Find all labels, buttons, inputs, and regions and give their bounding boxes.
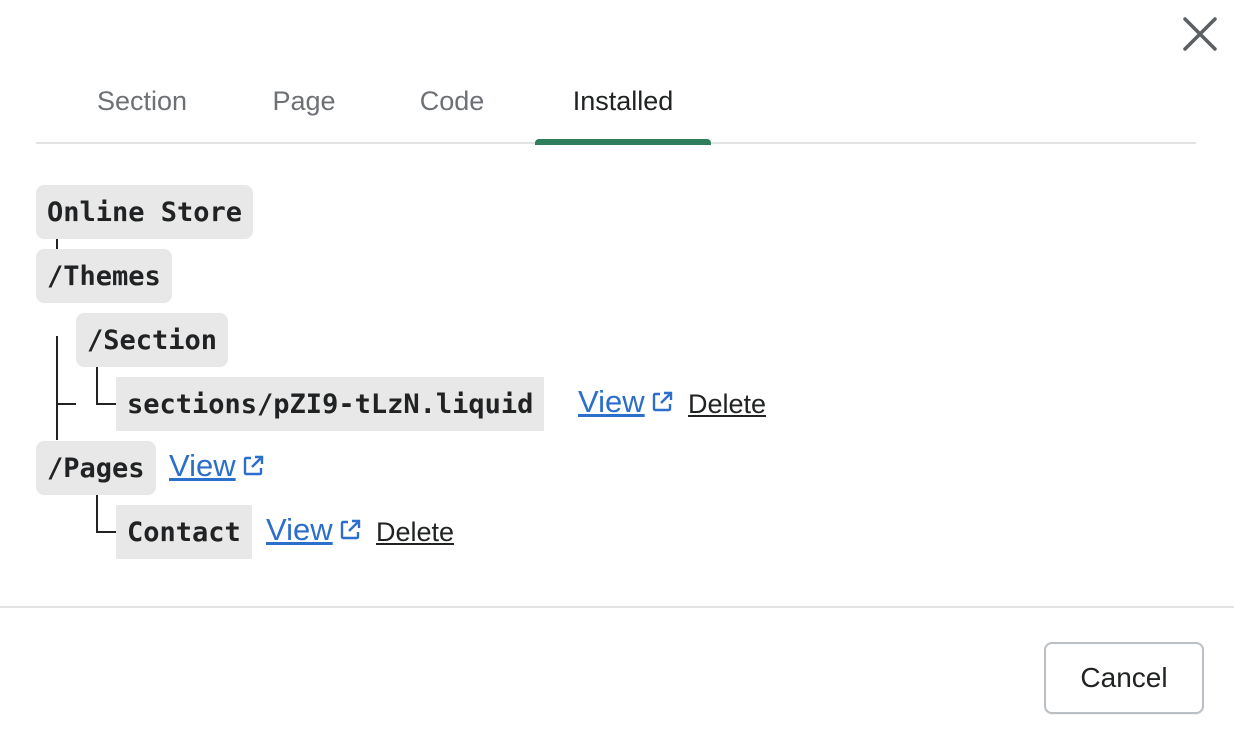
tree-connector — [96, 403, 116, 405]
view-link-label: View — [169, 448, 236, 483]
footer-divider — [0, 606, 1234, 608]
view-section-file-link[interactable]: View — [578, 384, 673, 420]
delete-section-file-button[interactable]: Delete — [688, 389, 766, 420]
external-link-icon — [652, 391, 672, 412]
tree-connector — [56, 403, 76, 405]
tree-node-themes: /Themes — [36, 249, 172, 303]
installed-tree: Online Store /Themes /Section sections/p… — [0, 0, 1234, 600]
view-link-label: View — [578, 384, 645, 419]
tree-node-pages: /Pages — [36, 441, 156, 495]
external-link-icon — [340, 519, 360, 540]
tree-node-section-file: sections/pZI9-tLzN.liquid — [116, 377, 545, 431]
tree-connector — [96, 367, 98, 405]
view-contact-link[interactable]: View — [266, 512, 361, 548]
tree-node-contact: Contact — [116, 505, 252, 559]
external-link-icon — [243, 455, 263, 476]
tree-node-online-store: Online Store — [36, 185, 254, 239]
view-link-label: View — [266, 512, 333, 547]
cancel-button[interactable]: Cancel — [1044, 642, 1204, 714]
view-pages-link[interactable]: View — [169, 448, 264, 484]
tree-connector — [96, 531, 116, 533]
tree-connector — [56, 336, 58, 440]
tree-node-section: /Section — [76, 313, 229, 367]
delete-contact-button[interactable]: Delete — [376, 517, 454, 548]
tree-connector — [96, 495, 98, 533]
